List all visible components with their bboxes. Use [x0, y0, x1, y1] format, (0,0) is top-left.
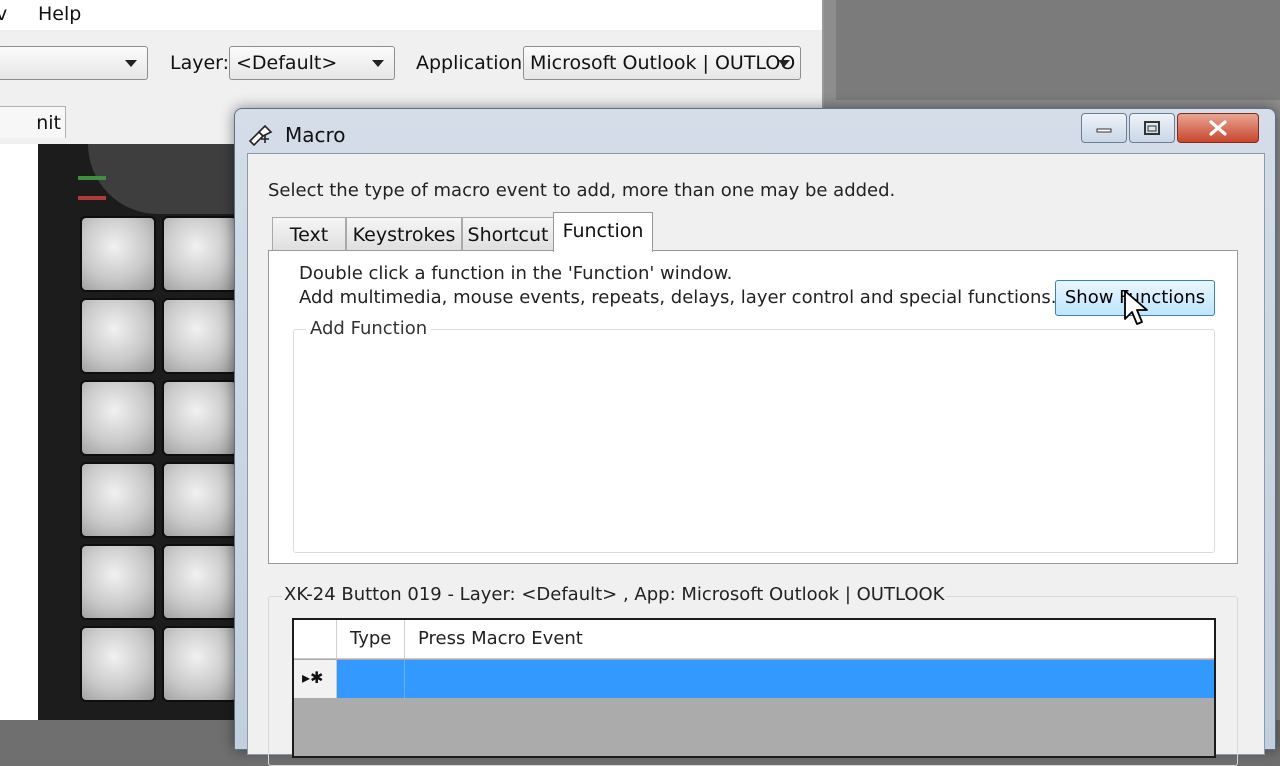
application-select-value: Microsoft Outlook | OUTLOO	[530, 52, 796, 74]
maximize-button[interactable]	[1129, 113, 1175, 143]
device-top-plate	[88, 144, 238, 214]
led-green-icon	[78, 176, 106, 180]
menu-item-partial[interactable]: v	[0, 3, 7, 25]
background-toolbar: Layer: <Default> Application: Microsoft …	[0, 32, 822, 98]
macro-events-grid: Type Press Macro Event ▸✱	[292, 618, 1216, 758]
device-key[interactable]	[162, 462, 238, 538]
tab-shortcut[interactable]: Shortcut	[462, 217, 554, 251]
chevron-down-icon	[372, 60, 384, 67]
column-separator	[336, 620, 337, 658]
minimize-button[interactable]	[1081, 113, 1127, 143]
device-key[interactable]	[80, 216, 156, 292]
function-description-line2: Add multimedia, mouse events, repeats, d…	[299, 287, 1057, 308]
chevron-down-icon	[778, 60, 790, 67]
tab-keystrokes[interactable]: Keystrokes	[346, 217, 462, 251]
left-panel	[0, 144, 38, 720]
device-combo[interactable]	[0, 46, 148, 80]
xk24-device-image	[38, 144, 238, 720]
device-key[interactable]	[80, 462, 156, 538]
chevron-down-icon	[125, 60, 137, 67]
tab-function[interactable]: Function	[553, 212, 653, 252]
macro-icon	[248, 124, 273, 147]
device-key[interactable]	[162, 380, 238, 456]
row-header[interactable]: ▸✱	[294, 660, 337, 698]
layer-select[interactable]: <Default>	[229, 46, 395, 80]
led-red-icon	[78, 196, 106, 200]
add-function-group: Add Function	[293, 318, 1215, 553]
function-description-line1: Double click a function in the 'Function…	[299, 263, 733, 284]
layer-label: Layer:	[170, 52, 230, 74]
macro-events-caption: XK-24 Button 019 - Layer: <Default> , Ap…	[282, 584, 947, 605]
device-key[interactable]	[80, 380, 156, 456]
device-key[interactable]	[162, 626, 238, 702]
device-key[interactable]	[162, 216, 238, 292]
menu-bar: v Help	[0, 0, 822, 30]
add-function-group-label: Add Function	[306, 318, 432, 339]
new-row-marker-icon: ▸✱	[302, 668, 324, 687]
instruction-text: Select the type of macro event to add, m…	[268, 180, 896, 201]
mouse-pointer-icon	[1124, 290, 1148, 325]
macro-dialog: Macro Select the type of macro event to …	[234, 108, 1276, 766]
maximize-icon	[1144, 121, 1160, 135]
tab-unit-data[interactable]: nit Data	[0, 106, 66, 138]
device-key[interactable]	[80, 626, 156, 702]
column-header-type[interactable]: Type	[350, 620, 391, 658]
close-button[interactable]	[1177, 113, 1259, 143]
device-key[interactable]	[162, 544, 238, 620]
device-key[interactable]	[80, 298, 156, 374]
layer-select-value: <Default>	[236, 52, 338, 74]
grid-header: Type Press Macro Event	[294, 620, 1214, 659]
minimize-icon	[1096, 128, 1112, 133]
desktop-background-shade	[836, 0, 1280, 100]
device-key[interactable]	[80, 544, 156, 620]
column-separator	[404, 620, 405, 658]
dialog-title: Macro	[285, 123, 346, 147]
table-row-new[interactable]: ▸✱	[294, 660, 1214, 698]
device-key[interactable]	[162, 298, 238, 374]
column-header-press-macro-event[interactable]: Press Macro Event	[418, 620, 583, 658]
menu-item-help[interactable]: Help	[38, 3, 81, 25]
application-label: Application:	[416, 52, 529, 74]
function-tab-panel: Double click a function in the 'Function…	[268, 250, 1238, 564]
tab-text[interactable]: Text	[272, 217, 346, 251]
column-separator	[404, 660, 405, 698]
dialog-client-area: Select the type of macro event to add, m…	[247, 153, 1265, 766]
close-icon	[1209, 120, 1227, 136]
application-select[interactable]: Microsoft Outlook | OUTLOO	[523, 46, 801, 80]
